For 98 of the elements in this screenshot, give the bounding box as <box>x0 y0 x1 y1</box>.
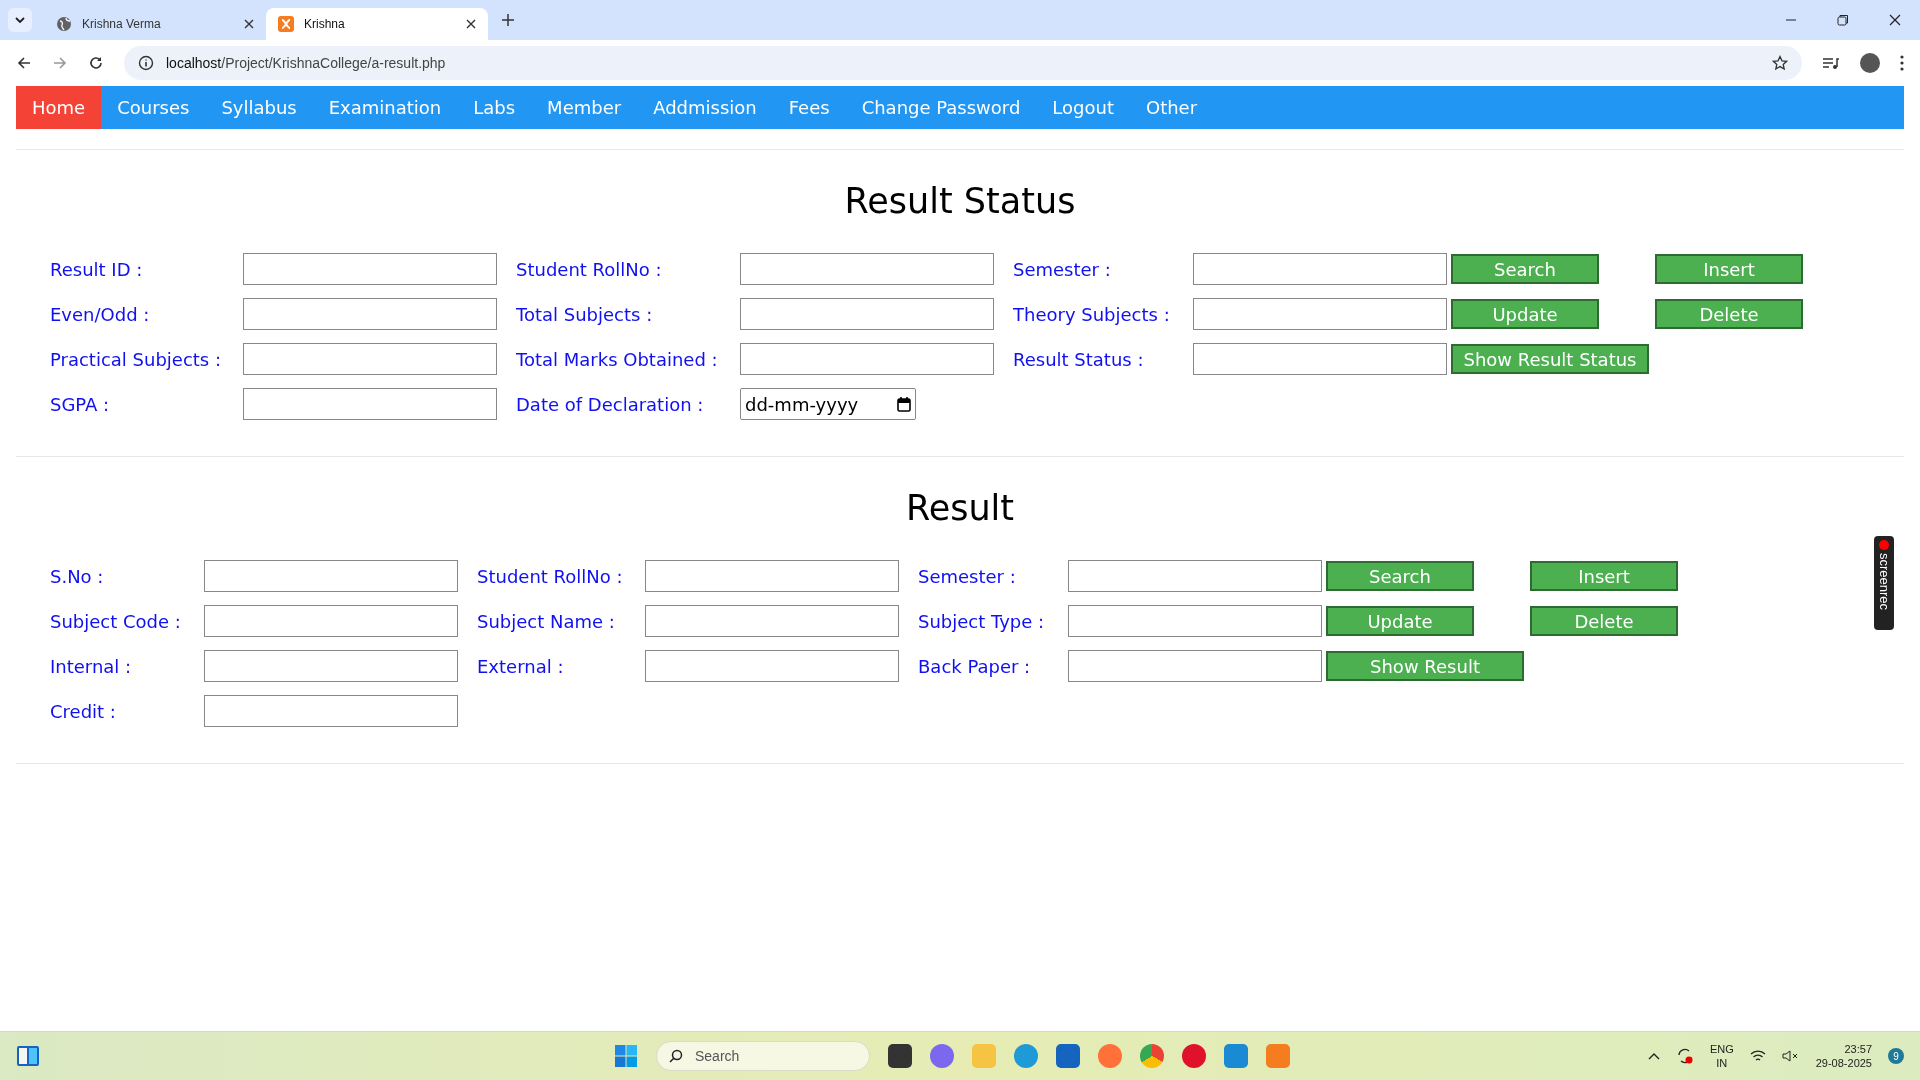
field-label: Practical Subjects : <box>50 348 223 370</box>
text-field[interactable] <box>740 298 994 330</box>
close-icon[interactable] <box>466 19 476 29</box>
globe-icon <box>56 16 72 32</box>
date-field[interactable]: dd-mm-yyyy <box>740 388 916 420</box>
action-button[interactable]: Update <box>1326 606 1474 636</box>
action-button[interactable]: Show Result Status <box>1451 344 1649 374</box>
close-icon[interactable] <box>1889 14 1901 26</box>
calendar-icon[interactable] <box>897 396 911 412</box>
nav-link[interactable]: Examination <box>312 86 458 129</box>
nav-link[interactable]: Fees <box>772 86 846 129</box>
text-field[interactable] <box>1193 253 1447 285</box>
nav-link[interactable]: Member <box>531 86 638 129</box>
text-field[interactable] <box>1068 560 1322 592</box>
text-field[interactable] <box>1193 343 1447 375</box>
info-icon <box>138 55 154 71</box>
field-label: SGPA : <box>50 393 111 415</box>
text-field[interactable] <box>740 253 994 285</box>
field-label: S.No : <box>50 565 105 587</box>
sync-icon[interactable] <box>1675 1047 1694 1065</box>
nav-link[interactable]: Other <box>1130 86 1214 129</box>
taskbar-search-field[interactable]: Search <box>656 1041 870 1071</box>
field-label: Back Paper : <box>918 655 1032 677</box>
search-icon <box>669 1049 683 1063</box>
text-field[interactable] <box>645 605 899 637</box>
nav-link[interactable]: Courses <box>101 86 206 129</box>
star-icon[interactable] <box>1772 55 1788 71</box>
action-button[interactable]: Delete <box>1655 299 1803 329</box>
field-label: Semester : <box>1013 258 1112 280</box>
action-button[interactable]: Search <box>1451 254 1599 284</box>
nav-link[interactable]: Logout <box>1036 86 1130 129</box>
forward-arrow-icon[interactable] <box>52 55 68 71</box>
url-text: localhost/Project/KrishnaCollege/a-result.php <box>166 55 447 71</box>
media-queue-icon[interactable] <box>1822 55 1840 71</box>
field-label: Result Status : <box>1013 348 1145 370</box>
field-label: Student RollNo : <box>477 565 624 587</box>
language-indicator[interactable]: ENG IN <box>1709 1043 1734 1069</box>
start-icon[interactable] <box>614 1044 638 1068</box>
nav-link[interactable]: Syllabus <box>205 86 313 129</box>
text-field[interactable] <box>243 253 497 285</box>
field-label: External : <box>477 655 565 677</box>
field-label: Theory Subjects : <box>1013 303 1171 325</box>
text-field[interactable] <box>204 650 458 682</box>
text-field[interactable] <box>204 605 458 637</box>
recorder-badge[interactable]: screenrec <box>1874 536 1894 630</box>
notification-badge[interactable]: 9 <box>1888 1048 1904 1064</box>
field-label: Subject Code : <box>50 610 182 632</box>
action-button[interactable]: Show Result <box>1326 651 1524 681</box>
text-field[interactable] <box>243 343 497 375</box>
browser-tab[interactable]: Krishna Verma <box>44 8 266 40</box>
field-label: Result ID : <box>50 258 144 280</box>
text-field[interactable] <box>1068 605 1322 637</box>
action-button[interactable]: Insert <box>1655 254 1803 284</box>
widgets-icon[interactable] <box>16 1045 40 1067</box>
section-title: Result Status <box>843 181 1077 221</box>
text-field[interactable] <box>204 695 458 727</box>
text-field[interactable] <box>1068 650 1322 682</box>
section-title: Result <box>904 488 1016 528</box>
muted-speaker-icon[interactable] <box>1781 1049 1800 1063</box>
more-options-icon[interactable] <box>1900 55 1904 71</box>
action-button[interactable]: Update <box>1451 299 1599 329</box>
nav-link[interactable]: Labs <box>457 86 532 129</box>
text-field[interactable] <box>204 560 458 592</box>
clock[interactable]: 23:57 29-08-2025 <box>1815 1043 1872 1069</box>
profile-avatar[interactable] <box>1860 53 1880 73</box>
address-bar[interactable]: localhost/Project/KrishnaCollege/a-result.php <box>124 46 1802 80</box>
close-icon[interactable] <box>244 19 254 29</box>
tab-list-button[interactable] <box>8 8 32 32</box>
caret-icon[interactable] <box>14 14 26 26</box>
action-button[interactable]: Delete <box>1530 606 1678 636</box>
action-button[interactable]: Insert <box>1530 561 1678 591</box>
field-label: Total Subjects : <box>516 303 654 325</box>
chevron-up-icon[interactable] <box>1647 1052 1660 1060</box>
nav-link[interactable]: Change Password <box>845 86 1037 129</box>
text-field[interactable] <box>645 650 899 682</box>
nav-link[interactable]: Addmission <box>637 86 773 129</box>
text-field[interactable] <box>1193 298 1447 330</box>
field-label: Semester : <box>918 565 1017 587</box>
text-field[interactable] <box>243 388 497 420</box>
reload-icon[interactable] <box>88 55 104 71</box>
field-label: Date of Declaration : <box>516 393 705 415</box>
field-label: Total Marks Obtained : <box>516 348 719 370</box>
restore-icon[interactable] <box>1837 14 1849 26</box>
browser-tab[interactable]: Krishna <box>266 8 488 40</box>
nav-link[interactable]: Home <box>16 86 102 129</box>
back-arrow-icon[interactable] <box>16 55 32 71</box>
text-field[interactable] <box>645 560 899 592</box>
field-label: Even/Odd : <box>50 303 151 325</box>
field-label: Internal : <box>50 655 133 677</box>
wifi-icon[interactable] <box>1749 1049 1766 1063</box>
text-field[interactable] <box>740 343 994 375</box>
field-label: Subject Type : <box>918 610 1046 632</box>
field-label: Subject Name : <box>477 610 616 632</box>
text-field[interactable] <box>243 298 497 330</box>
new-tab-icon[interactable] <box>502 14 514 26</box>
field-label: Student RollNo : <box>516 258 663 280</box>
action-button[interactable]: Search <box>1326 561 1474 591</box>
field-label: Credit : <box>50 700 117 722</box>
